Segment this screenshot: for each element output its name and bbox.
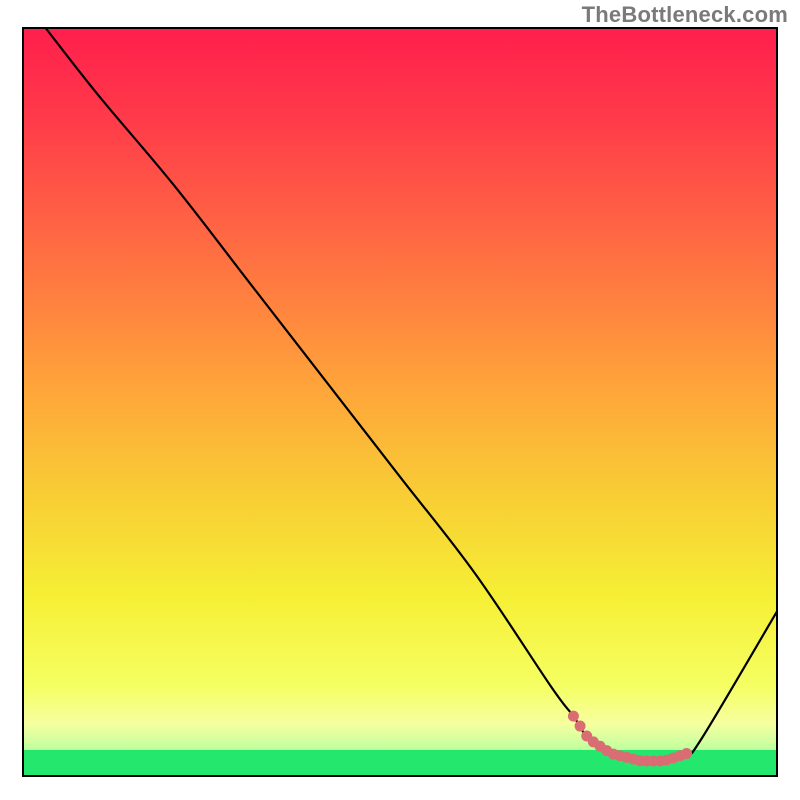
floor-marker-dot — [568, 711, 579, 722]
chart-container: TheBottleneck.com — [0, 0, 800, 800]
floor-marker-dot — [681, 748, 692, 759]
floor-marker-dot — [575, 721, 586, 732]
chart-svg — [0, 0, 800, 800]
watermark-text: TheBottleneck.com — [582, 2, 788, 28]
